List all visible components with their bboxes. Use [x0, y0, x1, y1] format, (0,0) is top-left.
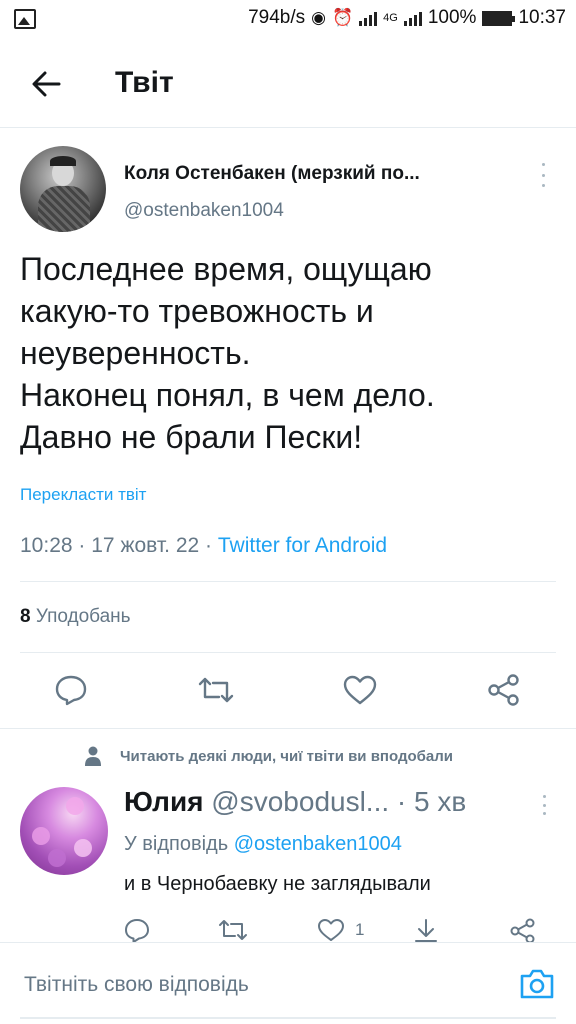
reply-time: · 5 хв [396, 786, 467, 817]
network-type: 4G [383, 12, 398, 24]
heart-icon [318, 919, 344, 941]
reply-header: Юлия @svobodusl... · 5 хв [124, 786, 534, 818]
section-divider [0, 728, 576, 729]
signal-icon-2 [403, 10, 422, 26]
compose-underline [20, 1017, 556, 1019]
reply-more-options-button[interactable] [538, 795, 550, 815]
tweet-source-link[interactable]: Twitter for Android [218, 534, 387, 557]
hotspot-icon: ◉ [311, 8, 326, 27]
camera-icon [520, 969, 554, 999]
translate-tweet-link[interactable]: Перекласти твіт [20, 485, 146, 505]
retweet-button[interactable] [196, 670, 236, 710]
share-icon [510, 918, 535, 944]
tweet-time: 10:28 [20, 534, 73, 557]
likes-label: Уподобань [35, 606, 131, 627]
tweet-text-line: неуверенность. [20, 335, 251, 371]
reply-icon [125, 919, 149, 943]
arrow-left-icon [32, 71, 61, 97]
reply-reply-button[interactable] [124, 918, 150, 944]
tweet-text-line: Давно не брали Пески! [20, 419, 363, 455]
reply-share-button[interactable] [510, 918, 536, 944]
person-icon [85, 746, 101, 766]
tweet-metadata: 10:28 · 17 жовт. 22 · Twitter for Androi… [20, 534, 387, 558]
battery-icon [482, 10, 516, 26]
tweet-actions [0, 670, 576, 714]
more-options-button[interactable] [536, 163, 550, 187]
meta-separator: · [205, 534, 213, 557]
top-app-bar: Твіт [0, 38, 576, 128]
replying-to-handle[interactable]: @ostenbaken1004 [234, 833, 402, 855]
retweet-icon [198, 677, 234, 703]
tweet-text-line: Наконец понял, в чем дело. [20, 377, 435, 413]
reply-icon [55, 675, 87, 706]
network-speed: 794b/s [248, 7, 306, 28]
reply-context: Читають деякі люди, чиї твіти ви вподоба… [84, 746, 453, 766]
reply-like-count: 1 [355, 920, 365, 939]
back-button[interactable] [28, 66, 64, 102]
meta-separator: · [78, 534, 86, 557]
reply-button[interactable] [51, 670, 91, 710]
alarm-icon: ⏰ [331, 8, 354, 27]
tweet-text: Последнее время, ощущаю какую-то тревожн… [20, 248, 560, 458]
divider [20, 652, 556, 653]
reply-like-button[interactable]: 1 [317, 918, 364, 942]
author-avatar[interactable] [20, 146, 106, 232]
reply-context-label: Читають деякі люди, чиї твіти ви вподоба… [120, 747, 453, 765]
tweet-text-line: Последнее время, ощущаю [20, 251, 432, 287]
reply-avatar[interactable] [20, 787, 108, 875]
replying-to-prefix: У відповідь [124, 833, 229, 855]
status-indicators: 794b/s ◉ ⏰ 4G 100% 10:37 [248, 7, 566, 29]
replying-to: У відповідь @ostenbaken1004 [124, 833, 402, 856]
clock: 10:37 [518, 7, 566, 28]
share-icon [488, 674, 519, 706]
reply-download-button[interactable] [413, 918, 439, 944]
share-button[interactable] [484, 670, 524, 710]
reply-author-name[interactable]: Юлия [124, 786, 204, 817]
like-button[interactable] [340, 670, 380, 710]
reply-retweet-button[interactable] [218, 918, 248, 942]
tweet-text-line: какую-то тревожность и [20, 293, 374, 329]
camera-button[interactable] [518, 965, 556, 1003]
author-handle[interactable]: @ostenbaken1004 [124, 200, 284, 222]
divider [20, 581, 556, 582]
download-icon [415, 919, 437, 942]
reply-compose-input[interactable]: Твітніть свою відповідь [24, 973, 249, 997]
likes-summary[interactable]: 8 Уподобань [20, 606, 131, 628]
reply-text: и в Чернобаевку не заглядывали [124, 873, 431, 895]
tweet-date: 17 жовт. 22 [91, 534, 200, 557]
compose-reply-bar: Твітніть свою відповідь [0, 942, 576, 1024]
likes-count: 8 [20, 606, 31, 627]
reply-author-handle[interactable]: @svobodusl... [211, 786, 389, 817]
heart-icon [343, 675, 377, 705]
signal-icon [359, 10, 378, 26]
retweet-icon [219, 920, 247, 940]
status-bar: 794b/s ◉ ⏰ 4G 100% 10:37 [0, 0, 576, 38]
battery-percent: 100% [427, 7, 477, 28]
author-name[interactable]: Коля Остенбакен (мерзкий по... [124, 163, 514, 185]
image-notification-icon [14, 9, 36, 29]
page-title: Твіт [115, 66, 174, 99]
